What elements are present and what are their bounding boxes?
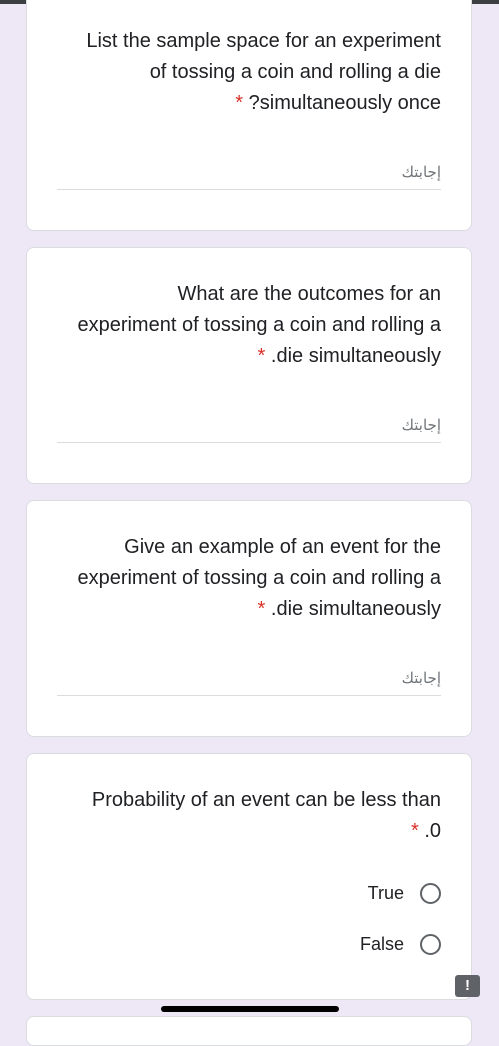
question-card-4: Probability of an event can be less than… bbox=[26, 753, 472, 1000]
required-asterisk: * bbox=[235, 92, 244, 114]
question-card-3: Give an example of an event for the expe… bbox=[26, 500, 472, 737]
option-true[interactable]: True bbox=[368, 879, 441, 907]
question-title-line: .die simultaneously bbox=[270, 598, 441, 620]
question-title-line: .die simultaneously bbox=[270, 345, 441, 367]
answer-placeholder: إجابتك bbox=[401, 670, 441, 687]
question-card-2: What are the outcomes for an experiment … bbox=[26, 247, 472, 484]
home-indicator[interactable] bbox=[161, 1006, 339, 1012]
question-card-1: List the sample space for an experiment … bbox=[26, 0, 472, 231]
answer-placeholder: إجابتك bbox=[401, 417, 441, 434]
question-title-line: ?simultaneously once bbox=[248, 92, 441, 114]
answer-text-field[interactable]: إجابتك bbox=[57, 665, 441, 696]
question-title-line: What are the outcomes for an bbox=[177, 283, 441, 305]
question-title: Probability of an event can be less than… bbox=[41, 785, 441, 847]
option-label: False bbox=[359, 933, 404, 954]
radio-unchecked-icon[interactable] bbox=[420, 882, 441, 904]
option-label: True bbox=[367, 882, 404, 903]
answer-text-field[interactable]: إجابتك bbox=[57, 159, 441, 190]
answer-text-field[interactable]: إجابتك bbox=[57, 412, 441, 443]
question-title: What are the outcomes for an experiment … bbox=[41, 279, 441, 372]
question-title-line: experiment of tossing a coin and rolling… bbox=[77, 567, 441, 589]
question-title: List the sample space for an experiment … bbox=[41, 26, 441, 119]
question-title: Give an example of an event for the expe… bbox=[41, 532, 441, 625]
radio-unchecked-icon[interactable] bbox=[420, 933, 441, 955]
question-card-5-partial bbox=[26, 1016, 472, 1046]
question-title-line: experiment of tossing a coin and rolling… bbox=[77, 314, 441, 336]
answer-placeholder: إجابتك bbox=[401, 164, 441, 181]
report-problem-icon[interactable]: ! bbox=[455, 975, 480, 997]
required-asterisk: * bbox=[410, 820, 419, 842]
option-false[interactable]: False bbox=[360, 930, 441, 958]
question-title-line: List the sample space for an experiment bbox=[86, 30, 441, 52]
question-title-line: Give an example of an event for the bbox=[124, 536, 441, 558]
required-asterisk: * bbox=[257, 598, 266, 620]
question-title-line: Probability of an event can be less than bbox=[91, 789, 441, 811]
question-title-line: .0 bbox=[424, 820, 441, 842]
question-title-line: of tossing a coin and rolling a die bbox=[149, 61, 441, 83]
required-asterisk: * bbox=[257, 345, 266, 367]
